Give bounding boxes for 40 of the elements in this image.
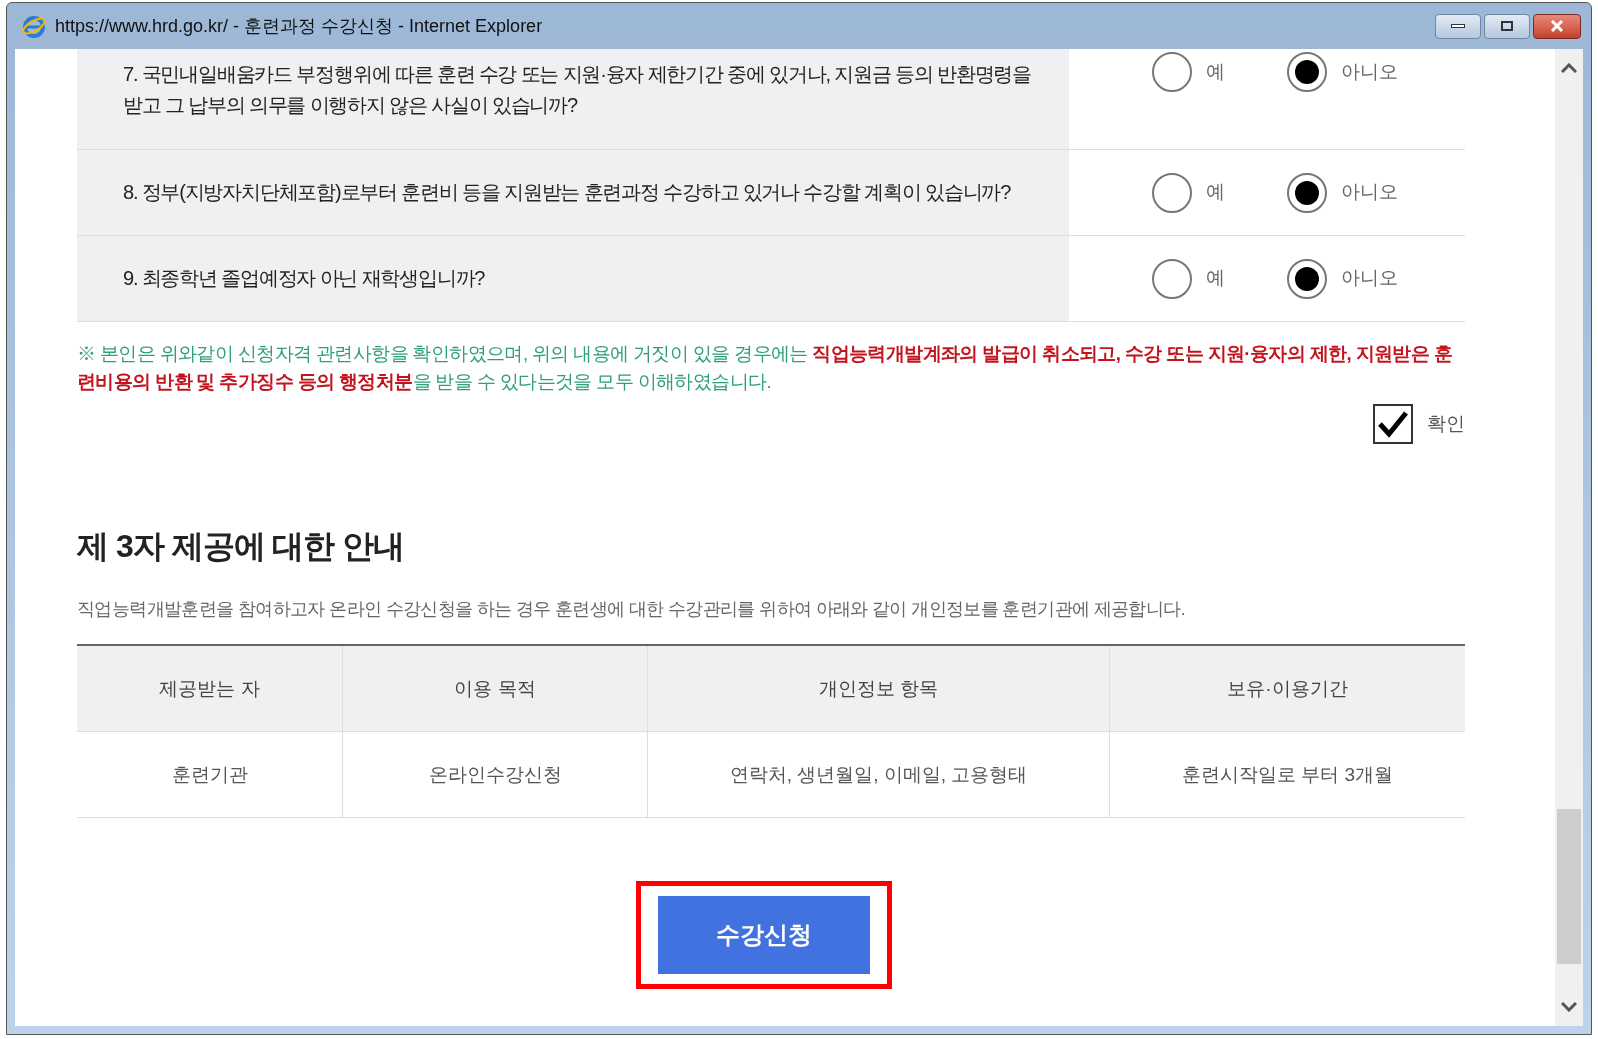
scroll-down-icon[interactable] xyxy=(1561,1002,1577,1012)
table-cell: 온라인수강신청 xyxy=(342,732,647,818)
question-text: 8. 정부(지방자치단체포함)로부터 훈련비 등을 지원받는 훈련과정 수강하고 있거나 수강할 계획이 있습니까? xyxy=(123,180,1011,205)
apply-button[interactable]: 수강신청 xyxy=(658,896,870,975)
section-heading: 제 3자 제공에 대한 안내 xyxy=(77,527,406,566)
confirm-checkbox[interactable] xyxy=(1373,404,1413,444)
table-cell: 연락처, 생년월일, 이메일, 고용형태 xyxy=(647,732,1109,818)
window-title: https://www.hrd.go.kr/ - 훈련과정 수강신청 - Internet Explorer xyxy=(55,14,543,38)
table-header-cell-text: 제공받는 자 xyxy=(158,676,261,701)
radio-button[interactable] xyxy=(1152,258,1192,299)
table-cell-text: 훈련기관 xyxy=(170,762,249,787)
scroll-up-icon[interactable] xyxy=(1561,63,1577,73)
option-label: 아니오 xyxy=(1341,180,1398,205)
table-header-cell: 이용 목적 xyxy=(342,646,647,732)
checkmark-icon xyxy=(1377,410,1409,438)
radio-button[interactable] xyxy=(1287,258,1327,299)
scrollbar[interactable] xyxy=(1555,49,1583,1026)
table-header-cell: 보유·이용기간 xyxy=(1109,646,1465,732)
option-label: 예 xyxy=(1206,180,1225,205)
maximize-button[interactable] xyxy=(1484,13,1530,39)
option-label: 아니오 xyxy=(1341,266,1398,291)
scroll-thumb[interactable] xyxy=(1557,809,1581,964)
radio-button[interactable] xyxy=(1287,52,1327,92)
question-text: 9. 최종학년 졸업예정자 아닌 재학생입니까? xyxy=(123,266,485,291)
option-label: 예 xyxy=(1206,59,1225,84)
close-button[interactable] xyxy=(1533,13,1581,39)
notice-text: ※ 본인은 위와같이 신청자격 관련사항을 확인하였으며, 위의 내용에 거짓이 있을 경우에는 직업능력개발계좌의 발급이 취소되고, 수강 또는 지원·융자의 제한, 지원받은 훈련비용의 반환 및 추가징수 등의 행정처분을 받을 수 있다는것을 모두 이해하였습니다. xyxy=(77,342,1454,394)
option-label: 예 xyxy=(1206,266,1225,291)
table-header-cell: 개인정보 항목 xyxy=(647,646,1109,732)
radio-button[interactable] xyxy=(1287,172,1327,213)
option-label: 아니오 xyxy=(1341,59,1398,84)
radio-button[interactable] xyxy=(1152,52,1192,92)
radio-button[interactable] xyxy=(1152,172,1192,213)
confirm-label: 확인 xyxy=(1427,411,1465,436)
browser-logo-icon xyxy=(21,13,47,39)
question-text: 7. 국민내일배움카드 부정행위에 따른 훈련 수강 또는 지원·융자 제한기간 중에 있거나, 지원금 등의 반환명령을 받고 그 납부의 의무를 이행하지 않은 사실이 있습니까? xyxy=(123,62,1032,118)
section-description: 직업능력개발훈련을 참여하고자 온라인 수강신청을 하는 경우 훈련생에 대한 수강관리를 위하여 아래와 같이 개인정보를 훈련기관에 제공합니다. xyxy=(77,598,1186,621)
minimize-button[interactable] xyxy=(1435,13,1481,39)
close-icon xyxy=(1549,20,1565,32)
table-cell: 훈련시작일로 부터 3개월 xyxy=(1109,732,1465,818)
